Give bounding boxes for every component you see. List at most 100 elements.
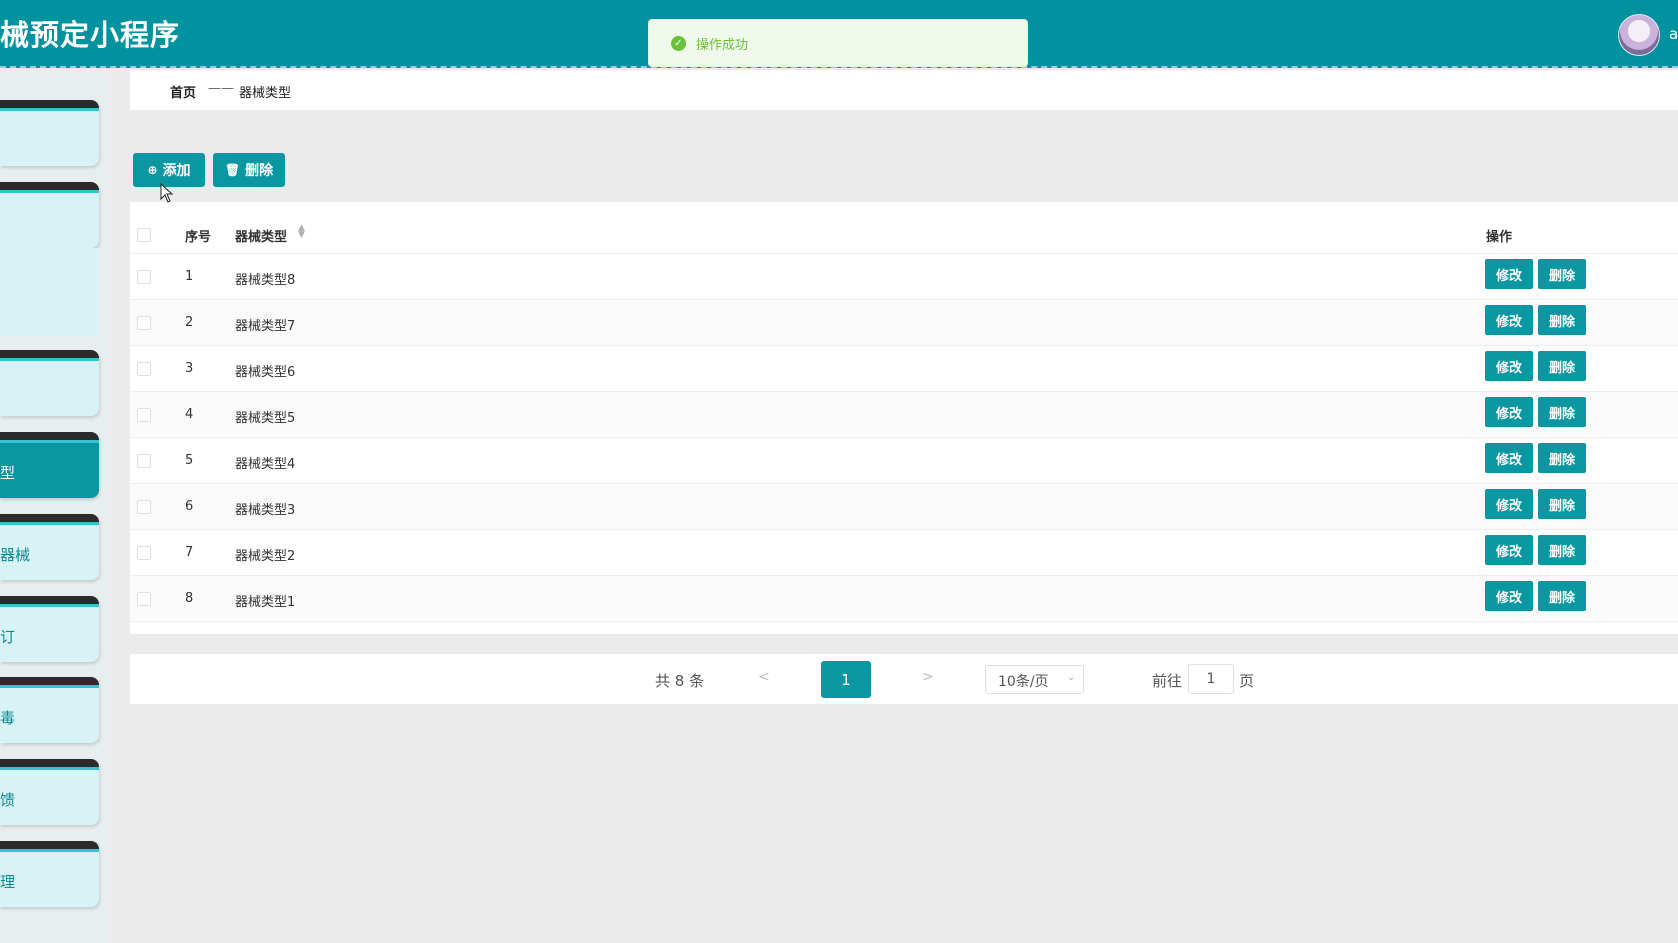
sidebar-item-device-type[interactable]: 型 bbox=[0, 432, 99, 498]
table-row: 1 器械类型8 修改 删除 bbox=[130, 254, 1678, 300]
sidebar-item-manage[interactable]: 理 bbox=[0, 841, 99, 907]
table-row: 4 器械类型5 修改 删除 bbox=[130, 392, 1678, 438]
sidebar-item-order[interactable]: 订 bbox=[0, 596, 99, 662]
row-checkbox[interactable] bbox=[137, 454, 151, 468]
row-type: 器械类型6 bbox=[235, 361, 295, 380]
sidebar-item-disinfect[interactable]: 毒 bbox=[0, 677, 99, 743]
delete-button[interactable]: 删除 bbox=[1538, 259, 1586, 289]
goto-page-input[interactable] bbox=[1188, 664, 1234, 694]
user-name[interactable]: a bbox=[1669, 25, 1678, 43]
row-type: 器械类型1 bbox=[235, 591, 295, 610]
table-row: 3 器械类型6 修改 删除 bbox=[130, 346, 1678, 392]
column-header-type[interactable]: 器械类型 bbox=[235, 226, 287, 245]
row-checkbox[interactable] bbox=[137, 362, 151, 376]
sidebar-item-feedback[interactable]: 馈 bbox=[0, 759, 99, 825]
edit-button[interactable]: 修改 bbox=[1485, 305, 1533, 335]
edit-button[interactable]: 修改 bbox=[1485, 443, 1533, 473]
sidebar-item-label: 器械 bbox=[0, 544, 30, 565]
trash-icon: 🗑 bbox=[225, 163, 240, 177]
add-button[interactable]: ⊕ 添加 bbox=[133, 153, 205, 187]
sidebar-item-1[interactable] bbox=[0, 100, 99, 166]
sidebar-item-2[interactable]:  bbox=[0, 182, 99, 248]
delete-button[interactable]: 删除 bbox=[1538, 443, 1586, 473]
edit-button[interactable]: 修改 bbox=[1485, 259, 1533, 289]
row-index: 2 bbox=[185, 315, 193, 330]
row-type: 器械类型4 bbox=[235, 453, 295, 472]
table-row: 6 器械类型3 修改 删除 bbox=[130, 484, 1678, 530]
row-checkbox[interactable] bbox=[137, 316, 151, 330]
success-toast: ✓ 操作成功 bbox=[648, 19, 1028, 67]
breadcrumb: 首页 —— 器械类型 bbox=[130, 70, 1678, 110]
sidebar-item-label: 馈 bbox=[0, 789, 15, 810]
table-row: 5 器械类型4 修改 删除 bbox=[130, 438, 1678, 484]
row-type: 器械类型3 bbox=[235, 499, 295, 518]
breadcrumb-separator: —— bbox=[208, 81, 234, 96]
row-index: 3 bbox=[185, 361, 193, 376]
row-index: 4 bbox=[185, 407, 193, 422]
edit-button[interactable]: 修改 bbox=[1485, 351, 1533, 381]
row-index: 7 bbox=[185, 545, 193, 560]
check-circle-icon: ✓ bbox=[671, 36, 686, 51]
delete-button[interactable]: 删除 bbox=[1538, 489, 1586, 519]
row-type: 器械类型8 bbox=[235, 269, 295, 288]
row-index: 1 bbox=[185, 269, 193, 284]
column-header-index: 序号 bbox=[185, 226, 211, 245]
table-header: 序号 器械类型 ▲ ▼ 操作 bbox=[130, 202, 1678, 254]
delete-button[interactable]: 删除 bbox=[1538, 397, 1586, 427]
row-checkbox[interactable] bbox=[137, 500, 151, 514]
breadcrumb-home[interactable]: 首页 bbox=[170, 82, 196, 101]
delete-button[interactable]: 删除 bbox=[1538, 305, 1586, 335]
sidebar-item-label: 订 bbox=[0, 626, 15, 647]
edit-button[interactable]: 修改 bbox=[1485, 489, 1533, 519]
row-type: 器械类型2 bbox=[235, 545, 295, 564]
row-checkbox[interactable] bbox=[137, 408, 151, 422]
sidebar-item-label: 毒 bbox=[0, 707, 15, 728]
user-avatar[interactable] bbox=[1618, 14, 1660, 56]
select-all-checkbox[interactable] bbox=[137, 228, 151, 242]
page-number-current[interactable]: 1 bbox=[821, 661, 871, 698]
sidebar-item-label: 理 bbox=[0, 871, 15, 892]
prev-page-button[interactable]: < bbox=[758, 669, 770, 685]
sidebar-item-device[interactable]: 器械 bbox=[0, 514, 99, 580]
page-size-value: 10条/页 bbox=[998, 671, 1049, 691]
chevron-down-icon: ⌄ bbox=[1067, 672, 1075, 683]
delete-button[interactable]: 删除 bbox=[1538, 581, 1586, 611]
edit-button[interactable]: 修改 bbox=[1485, 535, 1533, 565]
add-button-label: 添加 bbox=[163, 160, 191, 180]
sidebar:  型 器械 订 毒 馈 理 bbox=[0, 70, 109, 943]
delete-button[interactable]: 删除 bbox=[1538, 535, 1586, 565]
page-word-label: 页 bbox=[1239, 670, 1254, 691]
pagination-total: 共 8 条 bbox=[655, 670, 704, 691]
edit-button[interactable]: 修改 bbox=[1485, 397, 1533, 427]
next-page-button[interactable]: > bbox=[922, 669, 934, 685]
row-checkbox[interactable] bbox=[137, 546, 151, 560]
goto-label: 前往 bbox=[1152, 670, 1182, 691]
row-index: 5 bbox=[185, 453, 193, 468]
delete-button-label: 删除 bbox=[245, 160, 273, 180]
pagination: 共 8 条 < 1 > 10条/页 ⌄ 前往 页 bbox=[130, 654, 1678, 704]
sidebar-submenu-area bbox=[0, 248, 99, 336]
plus-circle-icon: ⊕ bbox=[147, 163, 157, 177]
page-size-select[interactable]: 10条/页 ⌄ bbox=[985, 665, 1084, 694]
app-title: 械预定小程序 bbox=[0, 12, 180, 54]
sidebar-item-label: 型 bbox=[0, 462, 15, 483]
table-row: 2 器械类型7 修改 删除 bbox=[130, 300, 1678, 346]
row-index: 8 bbox=[185, 591, 193, 606]
row-index: 6 bbox=[185, 499, 193, 514]
row-checkbox[interactable] bbox=[137, 592, 151, 606]
row-type: 器械类型5 bbox=[235, 407, 295, 426]
row-type: 器械类型7 bbox=[235, 315, 295, 334]
mouse-cursor-icon bbox=[160, 183, 174, 203]
edit-button[interactable]: 修改 bbox=[1485, 581, 1533, 611]
sidebar-item-3[interactable] bbox=[0, 350, 99, 416]
batch-delete-button[interactable]: 🗑 删除 bbox=[213, 153, 285, 187]
toast-message: 操作成功 bbox=[696, 34, 748, 53]
sort-caret-icon[interactable]: ▲ ▼ bbox=[298, 225, 305, 239]
column-header-actions: 操作 bbox=[1486, 226, 1512, 245]
row-checkbox[interactable] bbox=[137, 270, 151, 284]
delete-button[interactable]: 删除 bbox=[1538, 351, 1586, 381]
device-type-table: 序号 器械类型 ▲ ▼ 操作 1 器械类型8 修改 删除 2 器械类型7 修改 删… bbox=[130, 202, 1678, 634]
table-row: 7 器械类型2 修改 删除 bbox=[130, 530, 1678, 576]
breadcrumb-current: 器械类型 bbox=[239, 82, 291, 101]
table-row: 8 器械类型1 修改 删除 bbox=[130, 576, 1678, 622]
